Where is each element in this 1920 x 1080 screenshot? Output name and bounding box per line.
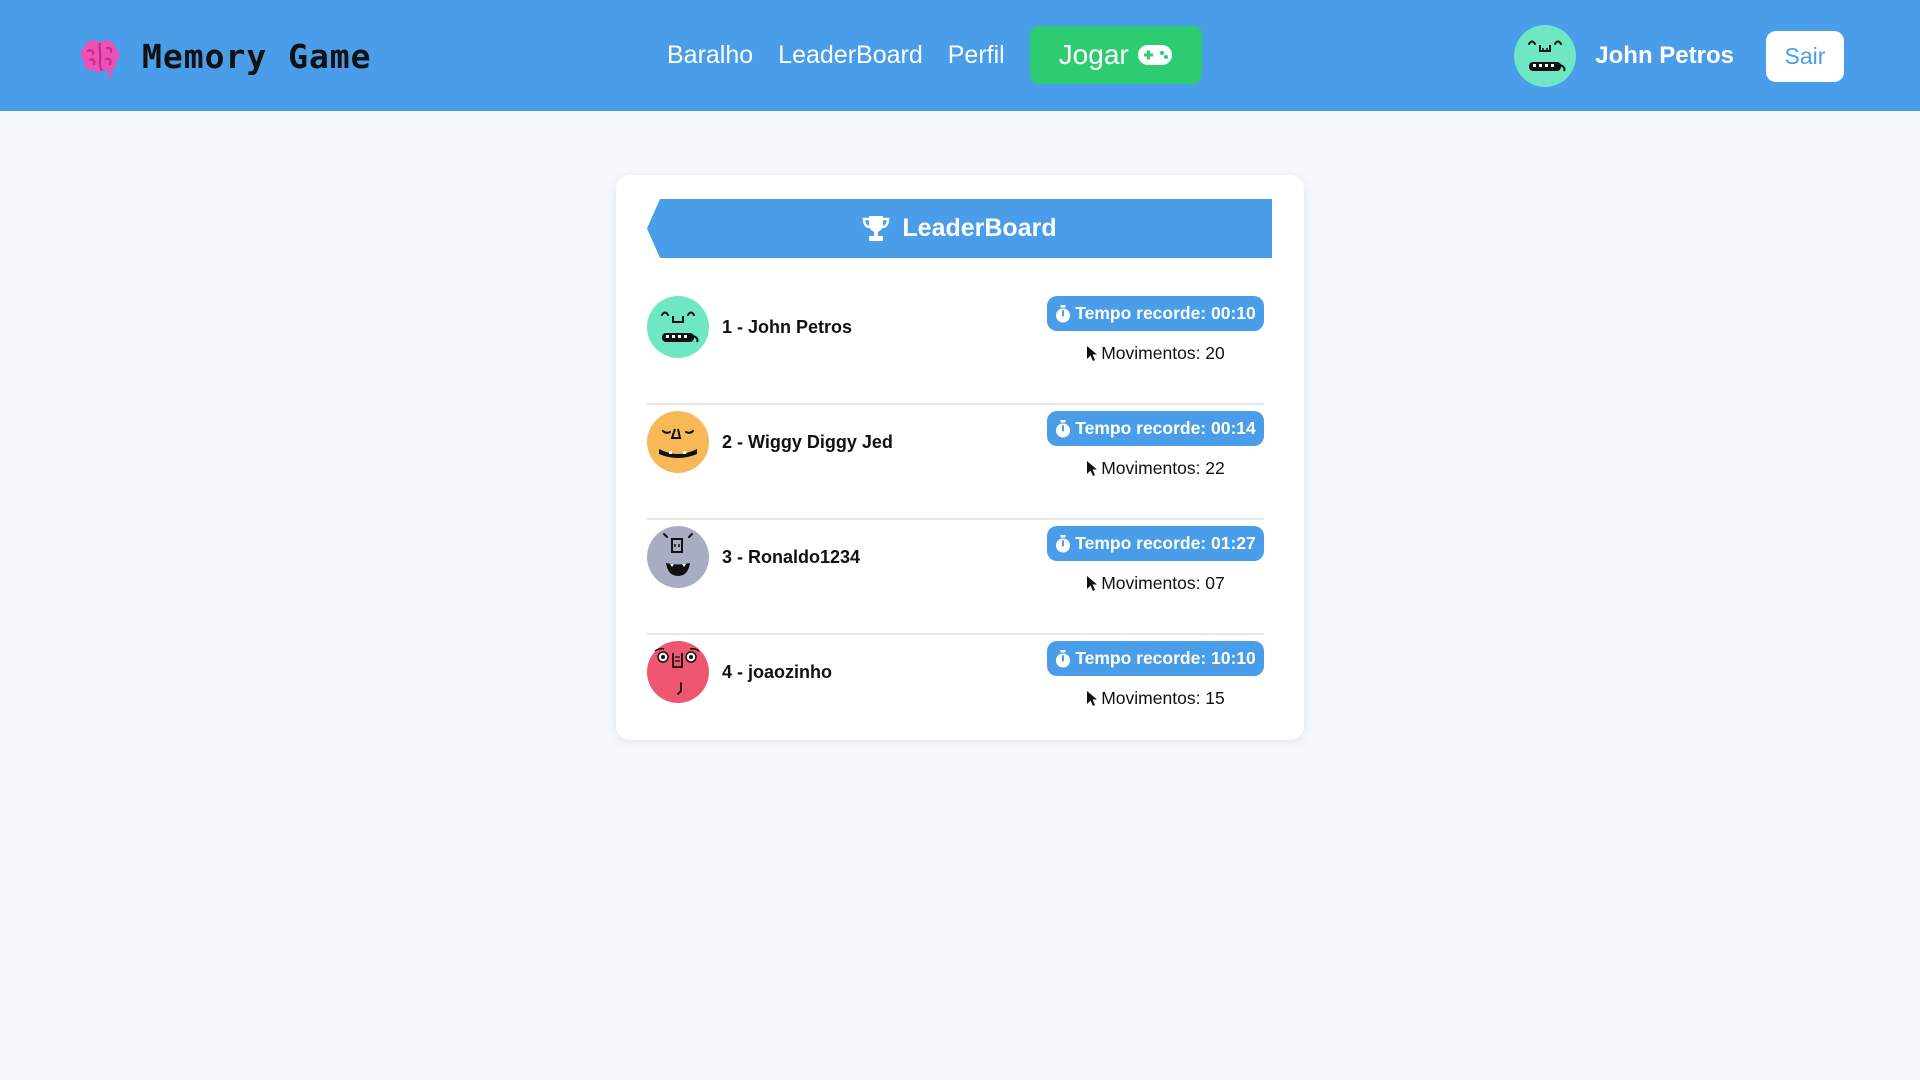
ranking-row: 3 - Ronaldo1234 Tempo recorde: 01:27 Mov… [647, 520, 1264, 635]
top-navbar: Memory Game Baralho LeaderBoard Perfil J… [0, 0, 1920, 111]
gamepad-icon [1137, 45, 1172, 65]
leaderboard-card: LeaderBoard 1 - John Petros Tempo record… [616, 175, 1304, 740]
user-area: John Petros Sair [1514, 25, 1844, 87]
logout-button[interactable]: Sair [1766, 30, 1844, 82]
cursor-icon [1087, 575, 1098, 591]
record-time-badge: Tempo recorde: 01:27 [1047, 526, 1264, 561]
ranking-row: 1 - John Petros Tempo recorde: 00:10 Mov… [647, 290, 1264, 405]
record-time-text: Tempo recorde: 00:10 [1075, 303, 1256, 323]
ranking-list: 1 - John Petros Tempo recorde: 00:10 Mov… [647, 290, 1264, 750]
record-time-badge: Tempo recorde: 00:14 [1047, 411, 1264, 446]
leaderboard-title: LeaderBoard [902, 214, 1057, 242]
player-rank-name: 3 - Ronaldo1234 [722, 547, 861, 567]
brain-icon [81, 40, 119, 78]
moves-text: Movimentos: 22 [1101, 457, 1225, 478]
cursor-icon [1087, 690, 1098, 706]
user-name: John Petros [1595, 42, 1734, 69]
player-avatar [647, 526, 709, 588]
brand-title: Memory Game [142, 36, 372, 76]
stopwatch-icon [1056, 649, 1071, 667]
user-avatar[interactable] [1514, 25, 1577, 87]
nav-link-leaderboard[interactable]: LeaderBoard [778, 41, 923, 70]
stopwatch-icon [1056, 534, 1071, 552]
record-time-badge: Tempo recorde: 10:10 [1047, 641, 1264, 676]
nav-link-profile[interactable]: Perfil [948, 41, 1005, 70]
cursor-icon [1087, 460, 1098, 476]
moves-info: Movimentos: 20 [1047, 342, 1264, 364]
player-rank-name: 1 - John Petros [722, 317, 853, 337]
moves-text: Movimentos: 15 [1101, 687, 1225, 708]
leaderboard-banner: LeaderBoard [647, 199, 1272, 258]
play-button-label: Jogar [1058, 39, 1129, 70]
moves-info: Movimentos: 07 [1047, 572, 1264, 594]
ranking-row: 2 - Wiggy Diggy Jed Tempo recorde: 00:14… [647, 405, 1264, 520]
brand-link[interactable]: Memory Game [78, 34, 372, 78]
record-time-badge: Tempo recorde: 00:10 [1047, 296, 1264, 331]
stopwatch-icon [1056, 304, 1071, 322]
record-time-text: Tempo recorde: 00:14 [1075, 418, 1256, 438]
play-button[interactable]: Jogar [1029, 26, 1202, 84]
moves-text: Movimentos: 20 [1101, 342, 1225, 363]
ranking-row: 4 - joaozinho Tempo recorde: 10:10 Movim… [647, 635, 1264, 750]
nav-link-deck[interactable]: Baralho [667, 41, 753, 70]
player-rank-name: 4 - joaozinho [722, 662, 832, 682]
player-rank-name: 2 - Wiggy Diggy Jed [722, 432, 893, 452]
moves-text: Movimentos: 07 [1101, 572, 1225, 593]
moves-info: Movimentos: 15 [1047, 687, 1264, 709]
cursor-icon [1087, 345, 1098, 361]
player-avatar [647, 411, 709, 473]
record-time-text: Tempo recorde: 10:10 [1075, 648, 1256, 668]
record-time-text: Tempo recorde: 01:27 [1075, 533, 1256, 553]
moves-info: Movimentos: 22 [1047, 457, 1264, 479]
trophy-icon [863, 216, 890, 241]
main-nav: Baralho LeaderBoard Perfil Jogar [667, 26, 1202, 84]
stopwatch-icon [1056, 419, 1071, 437]
player-avatar [647, 641, 709, 703]
player-avatar [647, 296, 709, 358]
